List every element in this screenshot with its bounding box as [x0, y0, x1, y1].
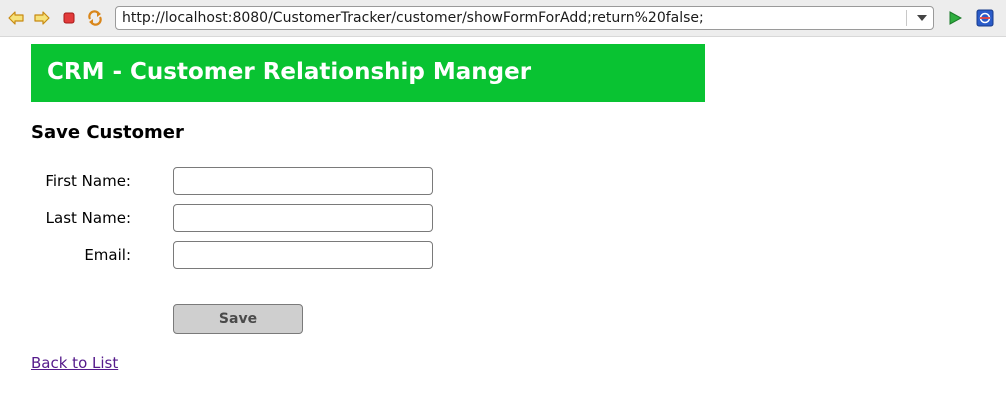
back-arrow-icon[interactable] [7, 9, 25, 27]
email-field[interactable] [173, 241, 433, 269]
first-name-label: First Name: [45, 172, 131, 190]
forward-arrow-icon[interactable] [33, 9, 51, 27]
url-bar[interactable]: http://localhost:8080/CustomerTracker/cu… [115, 6, 934, 30]
browser-toolbar: http://localhost:8080/CustomerTracker/cu… [0, 0, 1006, 37]
page-header-title: CRM - Customer Relationship Manger [47, 59, 532, 85]
last-name-label: Last Name: [45, 209, 131, 227]
chevron-down-icon[interactable] [917, 15, 927, 21]
stop-icon[interactable] [60, 9, 78, 27]
save-button[interactable]: Save [173, 304, 303, 334]
header-bar: CRM - Customer Relationship Manger [31, 44, 705, 102]
email-label: Email: [84, 246, 131, 264]
refresh-icon[interactable] [86, 9, 104, 27]
back-to-list-link[interactable]: Back to List [31, 354, 118, 372]
last-name-field[interactable] [173, 204, 433, 232]
form-title: Save Customer [31, 122, 184, 143]
url-bar-divider [906, 10, 907, 26]
external-browser-icon[interactable] [976, 9, 994, 27]
first-name-field[interactable] [173, 167, 433, 195]
url-text[interactable]: http://localhost:8080/CustomerTracker/cu… [122, 10, 704, 26]
play-icon[interactable] [946, 9, 964, 27]
